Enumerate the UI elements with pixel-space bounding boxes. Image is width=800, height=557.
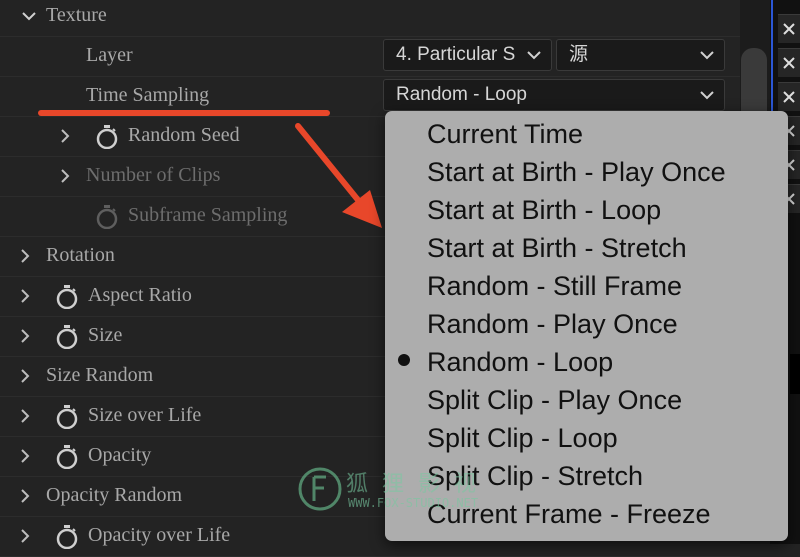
menu-item-random-play-once[interactable]: Random - Play Once	[427, 305, 678, 343]
watermark-url: WWW.FOX-STUDIO.NET	[348, 496, 479, 510]
menu-item-start-at-birth-loop[interactable]: Start at Birth - Loop	[427, 191, 661, 229]
selected-bullet-icon	[398, 354, 410, 366]
menu-item-start-at-birth-stretch[interactable]: Start at Birth - Stretch	[427, 229, 687, 267]
menu-item-split-clip-play-once[interactable]: Split Clip - Play Once	[427, 381, 682, 419]
menu-item-random-loop[interactable]: Random - Loop	[427, 343, 613, 381]
menu-item-current-time[interactable]: Current Time	[427, 115, 583, 153]
watermark-text: 狐狸影视	[346, 472, 491, 497]
menu-item-split-clip-loop[interactable]: Split Clip - Loop	[427, 419, 618, 457]
menu-item-random-still-frame[interactable]: Random - Still Frame	[427, 267, 682, 305]
watermark-logo-icon	[298, 467, 342, 511]
menu-item-start-at-birth-play-once[interactable]: Start at Birth - Play Once	[427, 153, 726, 191]
